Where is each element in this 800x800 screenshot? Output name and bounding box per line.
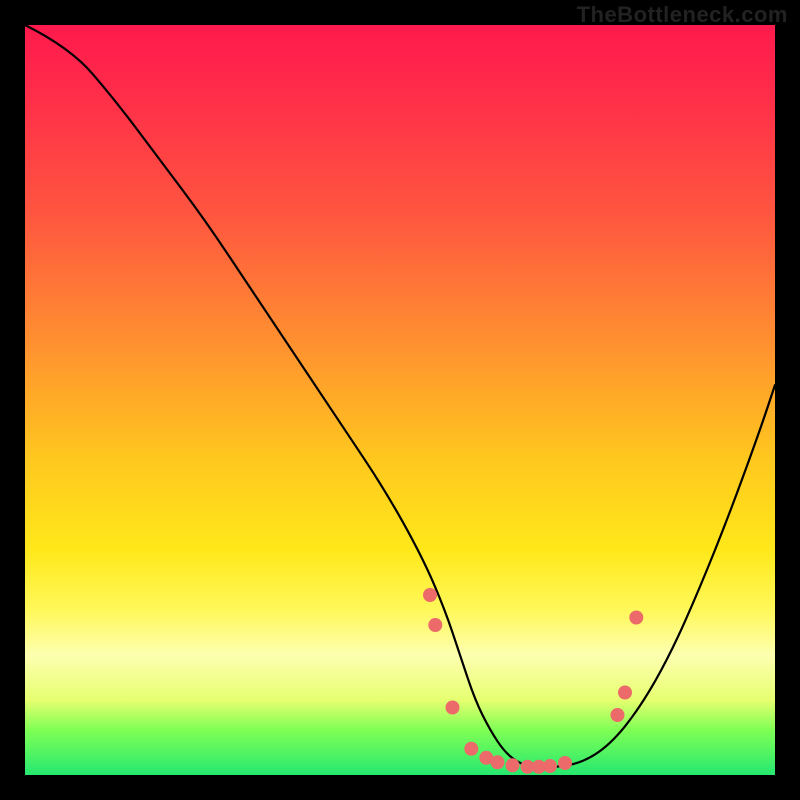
highlight-dot xyxy=(611,708,625,722)
highlight-dot xyxy=(423,588,437,602)
chart-frame: TheBottleneck.com xyxy=(0,0,800,800)
bottleneck-curve xyxy=(25,25,775,768)
highlight-dot xyxy=(428,618,442,632)
highlight-dot xyxy=(506,758,520,772)
curve-layer xyxy=(25,25,775,775)
highlight-dot xyxy=(618,686,632,700)
highlight-dots-group xyxy=(423,588,643,774)
highlight-dot xyxy=(629,611,643,625)
plot-area xyxy=(25,25,775,775)
highlight-dot xyxy=(491,755,505,769)
highlight-dot xyxy=(464,742,478,756)
highlight-dot xyxy=(558,756,572,770)
highlight-dot xyxy=(446,701,460,715)
highlight-dot xyxy=(543,759,557,773)
